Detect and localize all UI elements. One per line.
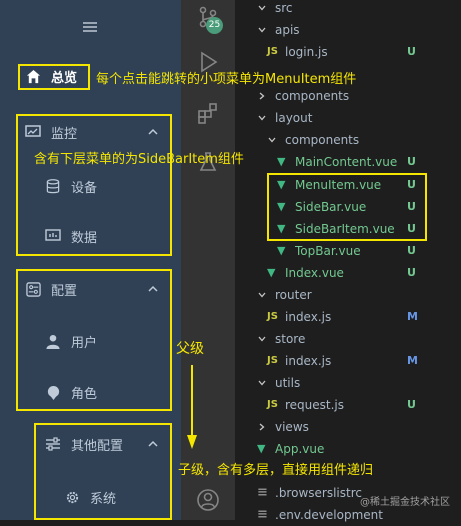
tree-item-label: components <box>285 133 360 147</box>
js-file-icon: JS <box>267 311 278 322</box>
chevron-right-icon[interactable] <box>257 422 267 432</box>
js-file-icon: JS <box>267 46 278 57</box>
js-file-icon: JS <box>267 399 278 410</box>
file-icon: ≡ <box>257 507 268 522</box>
tree-item-label: App.vue <box>275 442 325 456</box>
annotation-arrow <box>187 365 197 449</box>
git-status-badge: U <box>407 266 416 279</box>
git-status-badge: U <box>407 244 416 257</box>
tree-file[interactable]: ▼ Index.vue U <box>235 262 461 284</box>
tree-folder[interactable]: layout <box>235 107 461 129</box>
tree-item-label: store <box>275 332 306 346</box>
tree-file[interactable]: JS index.js M <box>235 306 461 328</box>
chevron-down-icon[interactable] <box>267 135 277 145</box>
tree-folder[interactable]: components <box>235 129 461 151</box>
vue-file-icon: ▼ <box>277 244 286 257</box>
tree-folder[interactable]: apis <box>235 19 461 41</box>
chevron-down-icon[interactable] <box>257 378 267 388</box>
annotation-sidebaritem-note: 含有下层菜单的为SideBarItem组件 <box>34 152 244 167</box>
tree-item-label: apis <box>275 23 300 37</box>
annotation-box-components <box>267 173 427 241</box>
vue-file-icon: ▼ <box>277 155 286 168</box>
tree-folder[interactable]: store <box>235 328 461 350</box>
chevron-right-icon[interactable] <box>257 91 267 101</box>
tree-file[interactable]: JS request.js U <box>235 394 461 416</box>
tree-item-label: index.js <box>285 354 332 368</box>
tree-item-label: components <box>275 89 350 103</box>
git-status-badge: U <box>407 398 416 411</box>
tree-file[interactable]: ▼ MainContent.vue U <box>235 151 461 173</box>
tree-item-label: TopBar.vue <box>295 244 361 258</box>
tree-item-label: login.js <box>285 45 328 59</box>
chevron-down-icon[interactable] <box>257 3 267 13</box>
tree-item-label: src <box>275 1 293 15</box>
tree-item-label: layout <box>275 111 313 125</box>
extensions-icon[interactable] <box>196 102 220 126</box>
git-status-badge: M <box>407 310 418 323</box>
tree-item-label: views <box>275 420 309 434</box>
tree-folder[interactable]: views <box>235 416 461 438</box>
source-control-badge: 25 <box>206 17 223 34</box>
annotation-box-monitor <box>16 114 172 256</box>
annotation-child-note: 子级，含有多层，直接用组件递归 <box>178 463 374 478</box>
tree-folder[interactable]: components <box>235 85 461 107</box>
tree-file[interactable]: ▼ App.vue <box>235 438 461 460</box>
annotation-parent-label: 父级 <box>176 341 204 357</box>
chevron-down-icon[interactable] <box>257 25 267 35</box>
hamburger-icon[interactable] <box>83 22 97 32</box>
annotation-box-other-config <box>34 423 172 520</box>
tree-folder[interactable]: src <box>235 0 461 19</box>
annotation-box-menuitem <box>18 64 90 90</box>
chevron-down-icon[interactable] <box>257 290 267 300</box>
git-status-badge: U <box>407 155 416 168</box>
tree-file[interactable]: ▼ TopBar.vue U <box>235 240 461 262</box>
tree-item-label: MainContent.vue <box>295 155 398 169</box>
tree-folder[interactable]: utils <box>235 372 461 394</box>
js-file-icon: JS <box>267 355 278 366</box>
annotation-menuitem-note: 每个点击能跳转的小项菜单为MenuItem组件 <box>96 72 357 87</box>
vue-file-icon: ▼ <box>257 442 266 455</box>
git-status-badge: M <box>407 354 418 367</box>
vue-file-icon: ▼ <box>267 266 276 279</box>
tree-file[interactable]: JS index.js M <box>235 350 461 372</box>
account-icon[interactable] <box>196 488 220 512</box>
tree-item-label: request.js <box>285 398 345 412</box>
tree-item-label: Index.vue <box>285 266 344 280</box>
tree-item-label: .browserslistrc <box>275 486 362 500</box>
annotation-box-config <box>16 269 172 411</box>
file-icon: ≡ <box>257 485 268 500</box>
chevron-down-icon[interactable] <box>257 113 267 123</box>
tree-item-label: index.js <box>285 310 332 324</box>
git-status-badge: U <box>407 45 416 58</box>
tree-folder[interactable]: router <box>235 284 461 306</box>
tree-item-label: router <box>275 288 312 302</box>
tree-item-label: utils <box>275 376 301 390</box>
watermark: @稀土掘金技术社区 <box>360 497 450 508</box>
tree-file[interactable]: JS login.js U <box>235 41 461 63</box>
chevron-down-icon[interactable] <box>257 334 267 344</box>
